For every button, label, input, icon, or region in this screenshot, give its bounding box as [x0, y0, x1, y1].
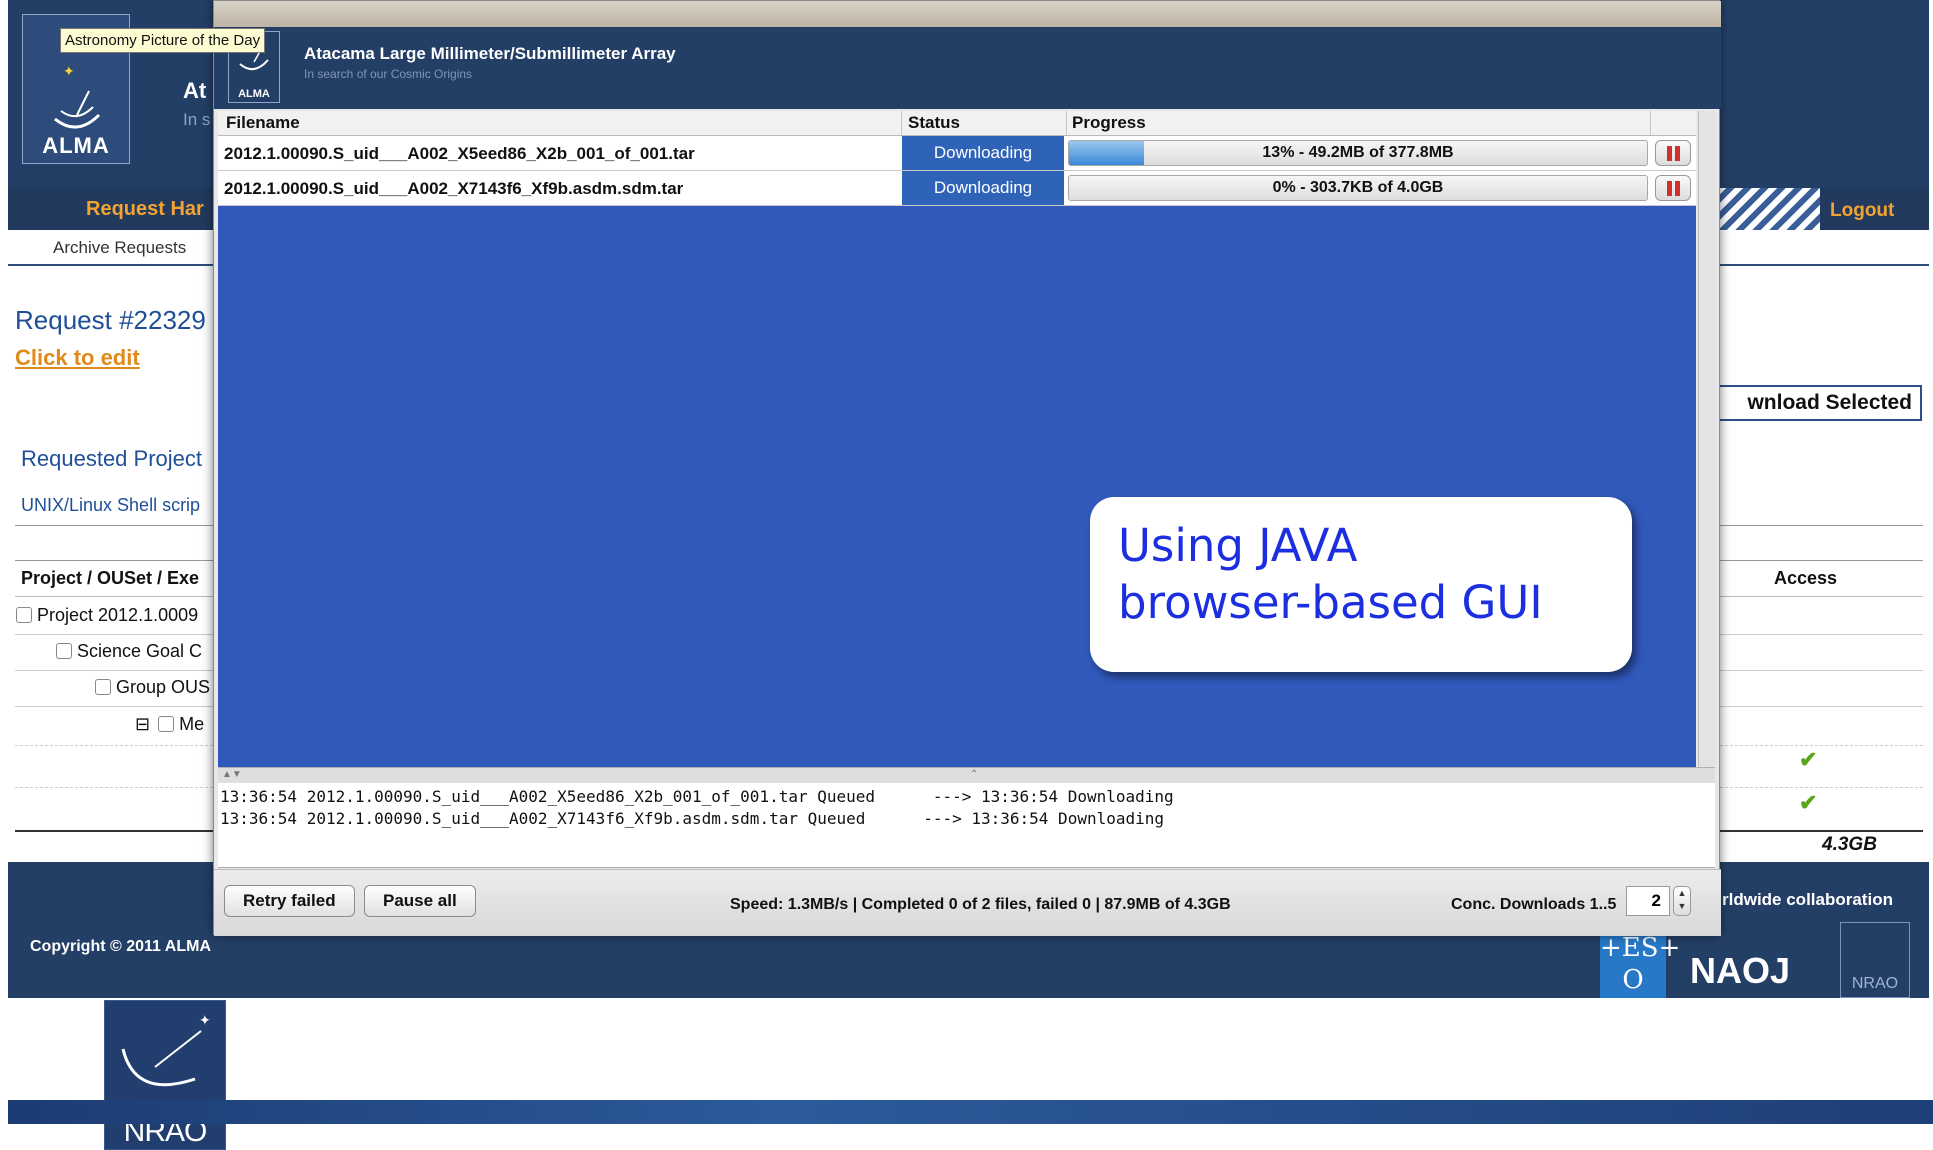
column-header-access: Access [1774, 568, 1838, 588]
status-badge: Downloading [902, 136, 1064, 170]
splitter-grip-icon: ⌃ [970, 769, 979, 780]
telescope-dish-icon [54, 90, 101, 129]
log-line: 13:36:54 2012.1.00090.S_uid___A002_X5eed… [220, 787, 1174, 806]
log-panel: 13:36:54 2012.1.00090.S_uid___A002_X5eed… [218, 783, 1715, 868]
tooltip: Astronomy Picture of the Day [60, 28, 266, 53]
column-header-status[interactable]: Status [908, 113, 960, 133]
file-name: 2012.1.00090.S_uid___A002_X7143f6_Xf9b.a… [224, 179, 684, 198]
table-row: Science Goal C [56, 641, 202, 662]
table-row: Group OUS [95, 677, 210, 698]
naoj-logo[interactable]: NAOJ [1690, 950, 1790, 992]
collapse-toggle-icon[interactable]: ⊟ [135, 714, 150, 734]
column-header-filename[interactable]: Filename [226, 113, 300, 133]
concurrent-downloads-stepper[interactable]: ▲ ▼ [1673, 886, 1691, 916]
column-header-progress[interactable]: Progress [1072, 113, 1146, 133]
table-row[interactable]: 2012.1.00090.S_uid___A002_X7143f6_Xf9b.a… [218, 171, 1696, 206]
column-header-project: Project / OUSet / Exe [21, 568, 200, 588]
requested-projects-heading: Requested Project [21, 446, 202, 471]
cancel-icon [1667, 146, 1672, 161]
log-line: 13:36:54 2012.1.00090.S_uid___A002_X7143… [220, 809, 1165, 828]
nrao-small-logo[interactable]: NRAO [1840, 922, 1910, 998]
nav-request-handler[interactable]: Request Har [86, 198, 204, 221]
table-header: Filename Status Progress [218, 111, 1696, 136]
bottom-band [8, 1100, 1933, 1124]
total-size: 4.3GB [1822, 834, 1877, 855]
collaboration-text: rldwide collaboration [1722, 890, 1893, 909]
row-checkbox[interactable] [16, 607, 32, 623]
download-status-summary: Speed: 1.3MB/s | Completed 0 of 2 files,… [730, 896, 1231, 913]
request-title: Request #22329 [15, 305, 206, 335]
site-subtitle: In s [183, 110, 211, 129]
column-separator [901, 111, 902, 135]
row-checkbox[interactable] [158, 716, 175, 732]
telescope-dish-icon: ✦ [121, 1013, 211, 1087]
cancel-download-button[interactable] [1655, 140, 1691, 166]
row-label: Project 2012.1.0009 [37, 605, 199, 625]
progress-label: 13% - 49.2MB of 377.8MB [1262, 144, 1454, 161]
subnav-archive-requests[interactable]: Archive Requests [53, 238, 186, 258]
collapse-arrows-icon[interactable]: ▲▼ [222, 769, 242, 780]
access-check-icon: ✔ [1799, 747, 1818, 772]
retry-failed-button[interactable]: Retry failed [224, 885, 355, 917]
download-selected-button[interactable]: wnload Selected [1700, 385, 1922, 421]
site-title: At [183, 78, 207, 103]
row-label: Group OUS [116, 677, 211, 697]
cancel-icon [1675, 181, 1680, 196]
table-row: Project 2012.1.0009 [16, 605, 198, 626]
concurrent-downloads-input[interactable]: 2 [1626, 886, 1670, 916]
table-row: ⊟ Me [135, 714, 204, 735]
progress-label: 0% - 303.7KB of 4.0GB [1272, 179, 1444, 196]
nrao-logo: ✦ NRAO [104, 1000, 226, 1150]
annotation-callout: Using JAVA browser-based GUI [1090, 497, 1632, 672]
cancel-icon [1675, 146, 1680, 161]
downloader-title: Atacama Large Millimeter/Submillimeter A… [304, 44, 676, 63]
table-row[interactable]: 2012.1.00090.S_uid___A002_X5eed86_X2b_00… [218, 136, 1696, 171]
cancel-icon [1667, 181, 1672, 196]
table-scrollbar[interactable] [1698, 111, 1716, 767]
pause-all-button[interactable]: Pause all [364, 885, 476, 917]
svg-text:✦: ✦ [199, 1013, 211, 1029]
click-to-edit-link[interactable]: Click to edit [15, 345, 140, 371]
callout-text: Using JAVA browser-based GUI [1118, 519, 1543, 629]
alma-logo-text: ALMA [238, 88, 270, 100]
row-checkbox[interactable] [56, 643, 72, 659]
nav-stripes-decoration [1720, 188, 1820, 230]
eso-logo[interactable]: +ES+ O [1600, 932, 1680, 998]
copyright-text: Copyright © 2011 ALMA [30, 938, 211, 955]
alma-logo-text: ALMA [42, 133, 110, 158]
logout-link[interactable]: Logout [1830, 200, 1894, 222]
progress-bar: 0% - 303.7KB of 4.0GB [1068, 175, 1648, 201]
window-toolbar [214, 1, 1721, 27]
cancel-download-button[interactable] [1655, 175, 1691, 201]
progress-bar: 13% - 49.2MB of 377.8MB [1068, 140, 1648, 166]
access-check-icon: ✔ [1799, 790, 1818, 815]
status-badge: Downloading [902, 171, 1064, 205]
unix-shell-script-link[interactable]: UNIX/Linux Shell scrip [21, 495, 200, 516]
star-icon: ✦ [63, 63, 75, 79]
downloader-subtitle: In search of our Cosmic Origins [304, 67, 473, 81]
bottom-toolbar: Retry failed Pause all Speed: 1.3MB/s | … [214, 869, 1721, 936]
column-separator [1650, 111, 1651, 135]
concurrent-downloads-label: Conc. Downloads 1..5 [1451, 896, 1617, 913]
row-checkbox[interactable] [95, 679, 111, 695]
row-label: Me [179, 714, 205, 734]
java-download-manager-window: ALMA Atacama Large Millimeter/Submillime… [213, 0, 1721, 936]
row-label: Science Goal C [77, 641, 203, 661]
file-name: 2012.1.00090.S_uid___A002_X5eed86_X2b_00… [224, 144, 695, 163]
column-separator [1066, 111, 1067, 135]
